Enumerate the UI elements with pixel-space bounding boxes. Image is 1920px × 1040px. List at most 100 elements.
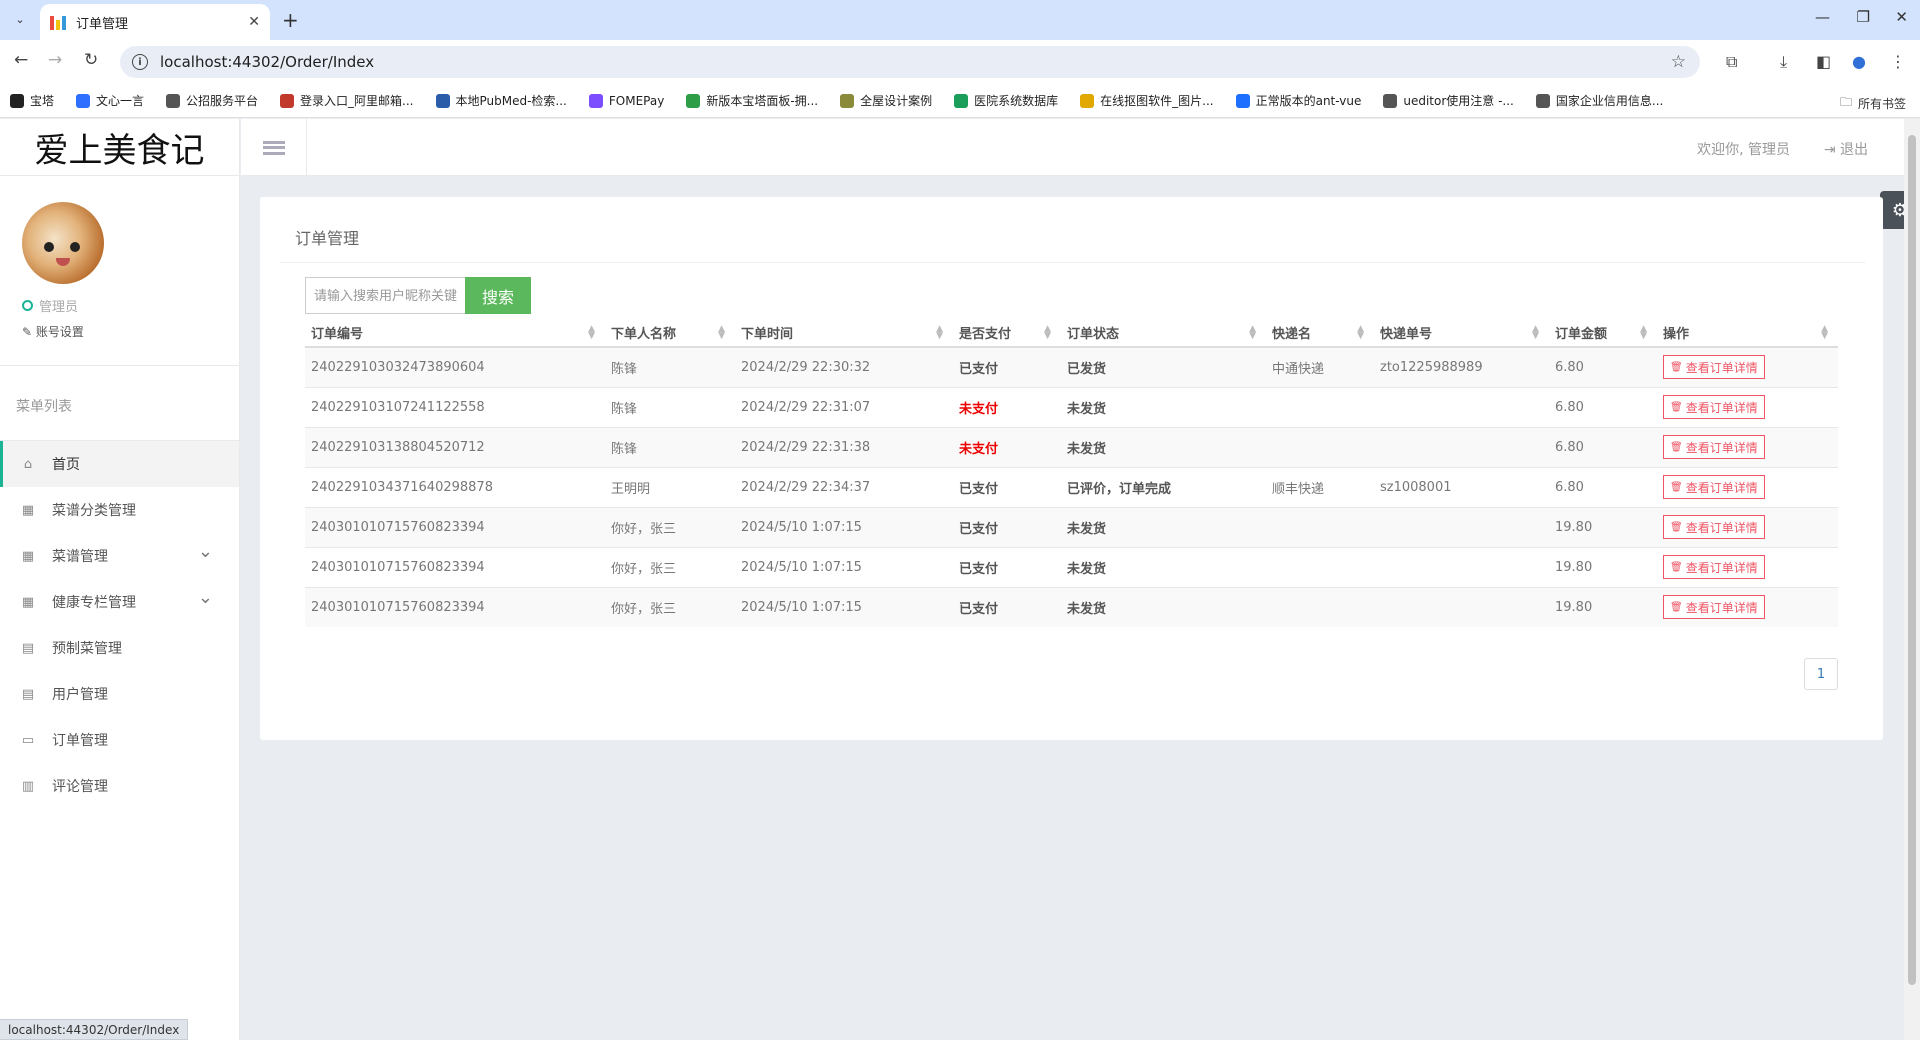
bookmark-item[interactable]: FOMEPay [588, 93, 664, 108]
bookmark-label: 公招服务平台 [186, 94, 259, 108]
sidebar-item[interactable]: ▤ 用户管理 [0, 671, 239, 717]
view-order-detail-button[interactable]: 🗑 查看订单详情 [1663, 555, 1765, 579]
window-close-icon[interactable]: ✕ [1895, 8, 1908, 26]
sidebar-item[interactable]: ▦ 健康专栏管理 ⌄ [0, 579, 239, 625]
sidebar-item[interactable]: ▤ 预制菜管理 [0, 625, 239, 671]
view-order-detail-button[interactable]: 🗑 查看订单详情 [1663, 395, 1765, 419]
browser-status-url: localhost:44302/Order/Index [0, 1019, 189, 1040]
list-icon: ▭ [21, 732, 35, 748]
sort-icon[interactable]: ▲ ▼ [1044, 325, 1051, 341]
table-row: 240229103032473890604 陈锋 2024/2/29 22:30:3… [305, 346, 1838, 387]
bookmark-item[interactable]: 新版本宝塔面板-拥... [686, 92, 818, 109]
column-header[interactable]: 是否支付 ▲ ▼ [953, 319, 1061, 348]
detail-button-label: 查看订单详情 [1685, 600, 1758, 615]
detail-button-label: 查看订单详情 [1685, 480, 1758, 495]
bookmark-item[interactable]: 医院系统数据库 [954, 92, 1058, 109]
sidebar-item[interactable]: ▥ 评论管理 [0, 763, 239, 809]
search-button[interactable]: 搜索 [465, 277, 531, 314]
bookmark-item[interactable]: 正常版本的ant-vue [1235, 92, 1361, 109]
cell-tracking [1374, 506, 1549, 547]
bookmark-star-icon[interactable]: ☆ [1671, 52, 1686, 72]
column-header[interactable]: 操作 ▲ ▼ [1657, 319, 1838, 348]
avatar[interactable] [22, 202, 104, 284]
forward-icon[interactable]: → [48, 50, 62, 70]
profile-icon[interactable]: ● [1852, 52, 1866, 71]
back-icon[interactable]: ← [14, 50, 28, 70]
sort-icon[interactable]: ▲ ▼ [1249, 325, 1256, 341]
column-header[interactable]: 快递单号 ▲ ▼ [1374, 319, 1549, 348]
tab-search-chevron-icon[interactable]: ⌄ [8, 7, 32, 31]
column-header[interactable]: 订单金额 ▲ ▼ [1549, 319, 1657, 348]
minimize-icon[interactable]: — [1815, 8, 1830, 26]
extensions-icon[interactable]: ⧉ [1726, 52, 1737, 72]
page-scrollbar[interactable] [1904, 119, 1920, 1040]
cell-action: 🗑 查看订单详情 [1657, 586, 1838, 627]
address-bar[interactable]: i localhost:44302/Order/Index ☆ [120, 46, 1700, 78]
bookmark-item[interactable]: 文心一言 [76, 92, 144, 109]
view-order-detail-button[interactable]: 🗑 查看订单详情 [1663, 515, 1765, 539]
all-bookmarks-button[interactable]: 🗀 所有书签 [1840, 93, 1906, 114]
side-panel-icon[interactable]: ◧ [1816, 52, 1831, 71]
bookmark-item[interactable]: 宝塔 [10, 92, 54, 109]
welcome-text: 欢迎你, 管理员 [1697, 142, 1790, 158]
trash-icon: 🗑 [1670, 361, 1683, 373]
logout-link[interactable]: ⇥ 退出 [1824, 139, 1868, 159]
logout-label: 退出 [1840, 142, 1868, 158]
sidebar-item-label: 用户管理 [52, 687, 108, 703]
sidebar-item[interactable]: ▭ 订单管理 [0, 717, 239, 763]
scrollbar-thumb[interactable] [1908, 135, 1916, 985]
calendar-icon: ▤ [21, 640, 35, 656]
url-text[interactable]: localhost:44302/Order/Index [160, 53, 1671, 71]
bookmark-item[interactable]: 登录入口_阿里邮箱... [280, 92, 414, 109]
bookmark-label: 新版本宝塔面板-拥... [706, 94, 819, 108]
view-order-detail-button[interactable]: 🗑 查看订单详情 [1663, 355, 1765, 380]
bookmark-item[interactable]: ueditor使用注意 -... [1383, 92, 1514, 109]
view-order-detail-button[interactable]: 🗑 查看订单详情 [1663, 595, 1765, 620]
column-header[interactable]: 下单时间 ▲ ▼ [735, 319, 953, 348]
cap-icon [1080, 93, 1095, 108]
cell-tracking [1374, 386, 1549, 427]
search-icon [435, 93, 450, 108]
sidebar-item-label: 订单管理 [52, 733, 108, 749]
more-menu-icon[interactable]: ⋮ [1890, 52, 1906, 71]
column-header[interactable]: 快递名 ▲ ▼ [1266, 319, 1374, 348]
restore-icon[interactable]: ❐ [1857, 8, 1870, 26]
column-header[interactable]: 订单编号 ▲ ▼ [305, 319, 605, 348]
bookmark-item[interactable]: 本地PubMed-检索... [435, 92, 567, 109]
bookmark-item[interactable]: 在线抠图软件_图片... [1080, 92, 1214, 109]
sort-icon[interactable]: ▲ ▼ [1532, 325, 1539, 341]
sort-icon[interactable]: ▲ ▼ [588, 325, 595, 341]
bookmark-item[interactable]: 国家企业信用信息... [1535, 92, 1663, 109]
sidebar-item[interactable]: ⌂ 首页 [0, 441, 239, 487]
view-order-detail-button[interactable]: 🗑 查看订单详情 [1663, 435, 1765, 459]
pagination-page-1[interactable]: 1 [1804, 658, 1838, 690]
bookmark-item[interactable]: 公招服务平台 [166, 92, 258, 109]
sort-icon[interactable]: ▲ ▼ [1357, 325, 1364, 341]
new-tab-icon[interactable]: + [282, 8, 299, 32]
sort-icon[interactable]: ▲ ▼ [1640, 325, 1647, 341]
column-header[interactable]: 下单人名称 ▲ ▼ [605, 319, 735, 348]
menu-toggle-button[interactable] [241, 119, 307, 176]
sort-icon[interactable]: ▲ ▼ [936, 325, 943, 341]
layers-icon [840, 93, 855, 108]
download-icon[interactable]: ⤓ [1780, 52, 1787, 72]
view-order-detail-button[interactable]: 🗑 查看订单详情 [1663, 475, 1765, 499]
account-settings-link[interactable]: ✎ 账号设置 [22, 323, 239, 340]
column-header[interactable]: 订单状态 ▲ ▼ [1061, 319, 1266, 348]
reload-icon[interactable]: ↻ [84, 50, 98, 70]
chevron-down-icon[interactable]: ⌄ [198, 587, 213, 608]
chevron-down-icon[interactable]: ⌄ [198, 541, 213, 562]
column-header-label: 下单时间 [741, 327, 794, 342]
sidebar-item[interactable]: ▦ 菜谱管理 ⌄ [0, 533, 239, 579]
site-logo[interactable]: 爱上美食记 [0, 119, 239, 176]
bookmark-item[interactable]: 全屋设计案例 [840, 92, 932, 109]
sidebar-item[interactable]: ▦ 菜谱分类管理 [0, 487, 239, 533]
tab-close-icon[interactable]: ✕ [248, 14, 260, 30]
cell-courier [1266, 506, 1374, 547]
site-info-icon[interactable]: i [132, 54, 148, 70]
detail-button-label: 查看订单详情 [1685, 520, 1758, 535]
search-input[interactable] [305, 277, 465, 314]
sort-icon[interactable]: ▲ ▼ [718, 325, 725, 341]
browser-tab[interactable]: 订单管理 ✕ [40, 4, 270, 40]
sort-icon[interactable]: ▲ ▼ [1821, 325, 1828, 341]
